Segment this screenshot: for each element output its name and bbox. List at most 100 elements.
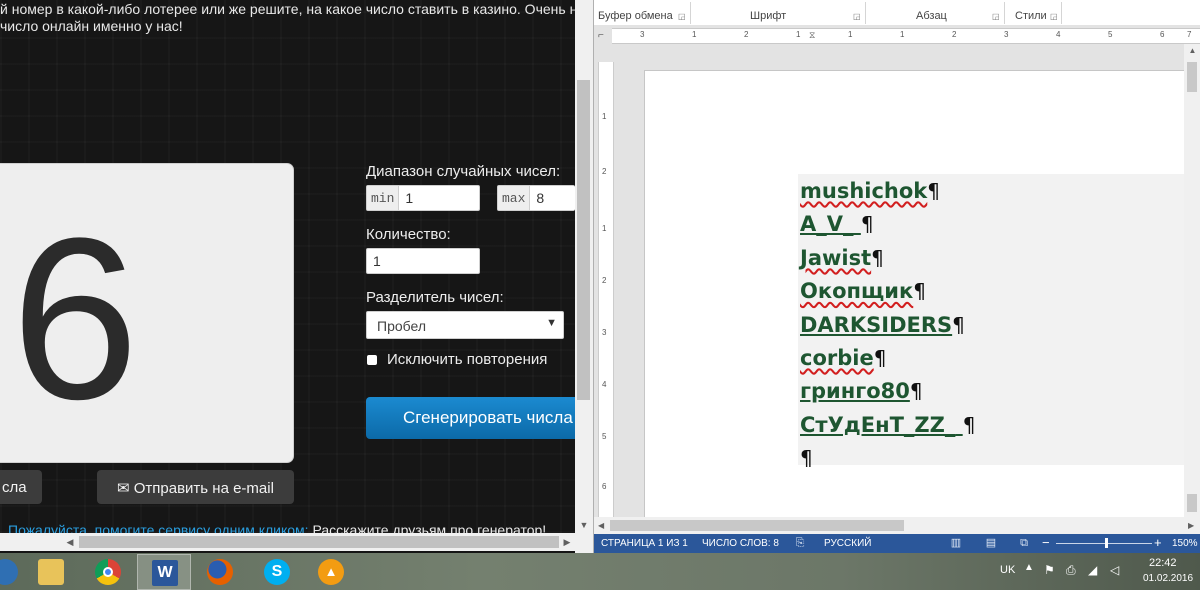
taskbar: W S ▲ UK ▲ ⚑ ⎙ ◢ ◁ 22:42 01.02.2016 (0, 553, 1200, 590)
word-count[interactable]: ЧИСЛО СЛОВ: 8 (702, 538, 779, 549)
tab-selector-icon[interactable]: ⌐ (598, 30, 604, 41)
folder-icon (38, 559, 64, 585)
document-line[interactable]: Jawist¶ (800, 242, 975, 275)
browser-horizontal-scrollbar[interactable]: ◀ ▶ (0, 533, 575, 551)
read-mode-icon[interactable]: ▥ (950, 537, 962, 549)
intro-line-2: число онлайн именно у нас! (0, 18, 183, 34)
network-icon[interactable]: ◢ (1088, 563, 1097, 577)
exclude-duplicates-checkbox[interactable] (367, 355, 377, 365)
trailing-space (955, 413, 962, 437)
taskbar-app-chrome[interactable] (81, 554, 135, 590)
browser-vertical-scrollbar[interactable]: ▼ (575, 0, 593, 533)
scrollbar-thumb[interactable] (577, 80, 590, 400)
ribbon-divider (1061, 2, 1062, 24)
document-line-text: corbie (800, 345, 874, 370)
document-line-text: Jawist (800, 245, 872, 270)
copy-numbers-button[interactable]: сла (0, 470, 42, 504)
separator-select[interactable]: Пробел ▼ (366, 311, 564, 339)
document-line[interactable]: Окопщик¶ (800, 275, 975, 308)
print-layout-icon[interactable]: ▤ (985, 537, 997, 549)
pilcrow-mark: ¶ (962, 412, 976, 437)
pilcrow-mark: ¶ (873, 345, 887, 370)
dialog-launcher-icon[interactable]: ◲ (853, 12, 861, 21)
show-hidden-icons-icon[interactable]: ▲ (1024, 562, 1034, 573)
document-body[interactable]: mushichok¶ A_V_ ¶ Jawist¶ Окопщик¶ DARKSIDER… (800, 175, 975, 476)
document-line-text: Окопщик (800, 279, 914, 304)
max-input[interactable]: max 8 (497, 185, 575, 211)
scroll-down-icon[interactable]: ▼ (575, 517, 593, 533)
taskbar-app-aimp[interactable]: ▲ (304, 554, 358, 590)
trailing-space (854, 212, 861, 236)
send-email-button[interactable]: ✉ Отправить на e-mail (97, 470, 294, 504)
input-language[interactable]: UK (1000, 564, 1015, 576)
ruler-number: 6 (1160, 30, 1165, 39)
word-vertical-scrollbar[interactable]: ▲ (1184, 44, 1200, 517)
separator-label: Разделитель чисел: (366, 289, 504, 306)
scroll-right-icon[interactable]: ▶ (559, 533, 575, 551)
scroll-left-icon[interactable]: ◀ (598, 517, 608, 534)
ruler-number: 2 (952, 30, 957, 39)
result-number: 6 (11, 190, 139, 447)
ruler-number: 1 (796, 30, 801, 39)
ribbon-divider (1004, 2, 1005, 24)
ribbon-divider (690, 2, 691, 24)
printer-icon[interactable]: ⎙ (1066, 563, 1076, 578)
zoom-level[interactable]: 150% (1172, 538, 1198, 549)
web-layout-icon[interactable]: ⧉ (1018, 537, 1030, 549)
dialog-launcher-icon[interactable]: ◲ (678, 12, 686, 21)
scrollbar-thumb[interactable] (79, 536, 559, 548)
min-input[interactable]: min 1 (366, 185, 480, 211)
ruler-number: 1 (848, 30, 853, 39)
zoom-in-icon[interactable]: + (1154, 535, 1162, 550)
scrollbar-thumb[interactable] (1187, 62, 1197, 92)
scrollbar-thumb[interactable] (1187, 494, 1197, 512)
word-icon: W (152, 560, 178, 586)
proofing-icon[interactable]: ⎘ (794, 537, 806, 549)
ruler-number: 7 (1187, 30, 1192, 39)
system-tray: UK ▲ ⚑ ⎙ ◢ ◁ 22:42 01.02.2016 (990, 553, 1200, 590)
volume-icon[interactable]: ◁ (1110, 563, 1119, 577)
dialog-launcher-icon[interactable]: ◲ (1050, 12, 1058, 21)
taskbar-app-file-explorer[interactable] (24, 554, 78, 590)
dialog-launcher-icon[interactable]: ◲ (992, 12, 1000, 21)
language[interactable]: РУССКИЙ (824, 538, 871, 549)
taskbar-app-word[interactable]: W (137, 554, 191, 590)
document-line[interactable]: A_V_ ¶ (800, 208, 975, 241)
page-count[interactable]: СТРАНИЦА 1 ИЗ 1 (601, 538, 688, 549)
document-line[interactable]: ¶ (800, 442, 975, 475)
document-line[interactable]: гринго80¶ (800, 375, 975, 408)
ruler-number: 3 (1004, 30, 1009, 39)
document-line-text: DARKSIDERS (800, 312, 953, 337)
exclude-duplicates-label[interactable]: Исключить повторения (387, 351, 547, 368)
scroll-up-icon[interactable]: ▲ (1184, 44, 1200, 58)
count-input[interactable]: 1 (366, 248, 480, 274)
skype-icon: S (264, 559, 290, 585)
generate-button[interactable]: Сгенерировать числа (366, 397, 586, 439)
document-page[interactable]: mushichok¶ A_V_ ¶ Jawist¶ Окопщик¶ DARKSIDER… (644, 70, 1200, 517)
taskbar-app-skype[interactable]: S (250, 554, 304, 590)
result-display: 6 (0, 163, 294, 463)
action-center-flag-icon[interactable]: ⚑ (1044, 563, 1055, 577)
pilcrow-mark: ¶ (860, 212, 874, 237)
taskbar-app-firefox[interactable] (193, 554, 247, 590)
scroll-right-icon[interactable]: ▶ (1188, 517, 1198, 534)
zoom-slider-thumb[interactable] (1105, 538, 1108, 548)
document-line[interactable]: СтУдЕнТ_ZZ_ ¶ (800, 409, 975, 442)
indent-marker-icon[interactable]: ⧖ (809, 30, 815, 41)
document-line[interactable]: DARKSIDERS¶ (800, 309, 975, 342)
scrollbar-thumb[interactable] (610, 520, 904, 531)
zoom-out-icon[interactable]: − (1042, 535, 1050, 550)
clock-date[interactable]: 01.02.2016 (1143, 573, 1193, 584)
zoom-slider[interactable] (1056, 543, 1152, 544)
scroll-left-icon[interactable]: ◀ (63, 533, 77, 551)
document-line[interactable]: corbie¶ (800, 342, 975, 375)
scrollbar-corner (575, 533, 593, 553)
ruler-number: 4 (1056, 30, 1061, 39)
clock-time[interactable]: 22:42 (1149, 557, 1177, 569)
document-line[interactable]: mushichok¶ (800, 175, 975, 208)
vruler-number: 1 (602, 224, 607, 233)
chevron-down-icon: ▼ (546, 317, 557, 329)
ribbon-group-styles: Стили (1015, 10, 1047, 22)
word-horizontal-scrollbar[interactable]: ◀ ▶ (594, 517, 1200, 534)
firefox-icon (207, 559, 233, 585)
